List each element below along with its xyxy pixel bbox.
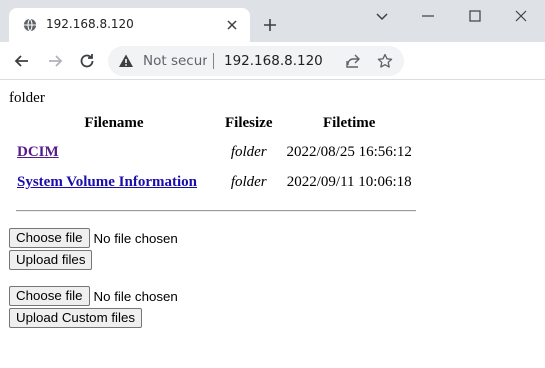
plus-icon[interactable] [262,17,278,33]
file-status: No file chosen [93,230,178,246]
horizontal-rule [16,210,416,212]
column-header-filetime: Filetime [322,114,376,131]
security-label[interactable]: Not secure [143,53,207,69]
address-bar[interactable]: Not secure 192.168.8.120 [108,46,404,76]
warning-icon[interactable] [118,53,134,69]
url-text[interactable]: 192.168.8.120 [224,53,323,69]
back-arrow-icon[interactable] [12,51,32,71]
table-header-row: Filename Filesize Filetime [11,110,418,136]
file-table: Filename Filesize Filetime DCIM folder 2… [9,108,420,198]
file-time-cell: 2022/08/25 16:56:12 [286,143,412,160]
table-row: DCIM folder 2022/08/25 16:56:12 [11,138,418,166]
custom-upload-form: Choose file No file chosen Upload Custom… [9,286,178,328]
folder-title: folder [9,90,45,106]
file-size-cell: folder [230,143,267,160]
column-header-filesize: Filesize [225,114,273,131]
omnibox-divider [213,53,214,69]
column-header-filename: Filename [84,114,144,131]
tab-title: 192.168.8.120 [46,17,134,31]
star-icon[interactable] [377,53,393,69]
globe-icon [23,18,37,32]
upload-custom-files-button[interactable]: Upload Custom files [9,308,142,328]
choose-file-button[interactable]: Choose file [9,228,90,248]
share-icon[interactable] [345,53,361,69]
choose-file-button[interactable]: Choose file [9,286,90,306]
file-name-cell: DCIM [11,138,217,166]
browser-toolbar: Not secure 192.168.8.120 [0,42,545,80]
file-time-cell: 2022/09/11 10:06:18 [286,173,412,190]
upload-form: Choose file No file chosen Upload files [9,228,178,270]
close-window-icon[interactable] [511,6,531,26]
table-row: System Volume Information folder 2022/09… [11,168,418,196]
minimize-icon[interactable] [418,6,438,26]
forward-arrow-icon[interactable] [45,51,65,71]
file-status: No file chosen [93,288,178,304]
reload-icon[interactable] [77,51,97,71]
page-content: folder Filename Filesize Filetime DCIM f… [0,81,545,368]
file-name-cell: System Volume Information [11,168,217,196]
file-link[interactable]: DCIM [17,144,59,160]
file-size-cell: folder [230,173,267,190]
maximize-icon[interactable] [465,6,485,26]
chevron-down-icon[interactable] [372,6,392,26]
browser-tab[interactable]: 192.168.8.120 [9,8,250,42]
close-icon[interactable] [225,18,239,32]
upload-files-button[interactable]: Upload files [9,250,93,270]
file-link[interactable]: System Volume Information [17,174,197,190]
title-bar: 192.168.8.120 [0,0,545,42]
